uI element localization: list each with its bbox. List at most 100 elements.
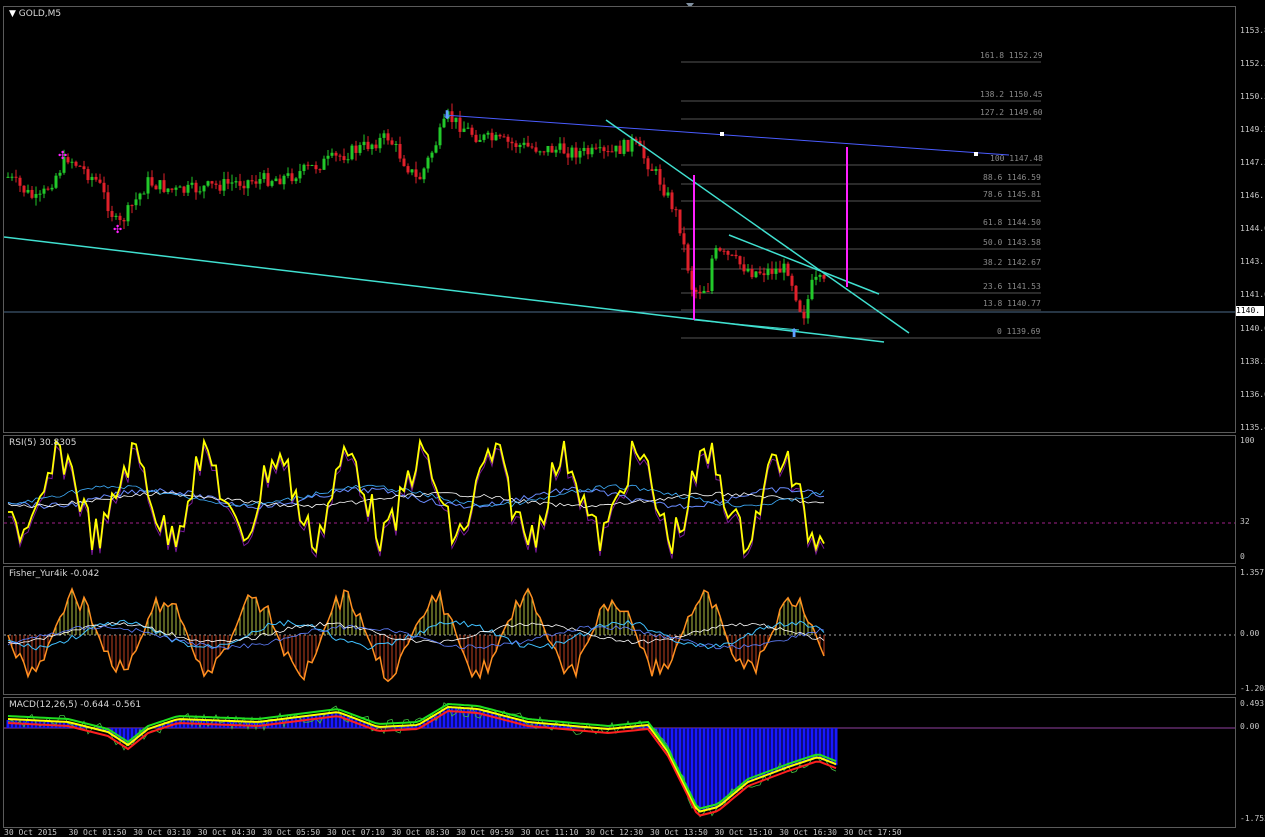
rsi-ma-line bbox=[7, 486, 825, 510]
candle-body bbox=[486, 132, 490, 135]
candle-body bbox=[54, 175, 58, 188]
candle-body bbox=[166, 188, 170, 192]
axis-tick-label: 1141.0 bbox=[1240, 290, 1265, 299]
candle-body bbox=[754, 271, 758, 278]
time-axis[interactable]: 30 Oct 2015 30 Oct 01:50 30 Oct 03:10 30 Oc… bbox=[0, 828, 1265, 837]
candle-body bbox=[18, 177, 22, 186]
candle-body bbox=[374, 144, 378, 149]
candle-body bbox=[34, 194, 38, 198]
candle-body bbox=[698, 291, 702, 294]
time-tick-label: 30 Oct 11:10 bbox=[520, 828, 579, 837]
candle-body bbox=[586, 147, 590, 155]
candle-body bbox=[798, 300, 802, 312]
axis-tick-label: 1144.0 bbox=[1240, 224, 1265, 233]
fib-level-label: 100 1147.48 bbox=[990, 154, 1043, 163]
candle-body bbox=[190, 182, 194, 185]
symbol-label-text: GOLD,M5 bbox=[18, 9, 62, 19]
candle-body bbox=[478, 139, 482, 142]
candle-body bbox=[598, 147, 602, 149]
candle-body bbox=[610, 151, 614, 153]
candle-body bbox=[822, 275, 826, 279]
candle-body bbox=[102, 182, 106, 193]
candle-body bbox=[298, 171, 302, 179]
time-tick-label: 30 Oct 15:10 bbox=[714, 828, 773, 837]
candle-body bbox=[222, 179, 226, 191]
candle-body bbox=[206, 181, 210, 186]
candle-body bbox=[570, 147, 574, 158]
candle-body bbox=[550, 145, 554, 153]
candle-body bbox=[458, 117, 462, 132]
candle-body bbox=[382, 133, 386, 138]
macd-axis[interactable]: 0.493 0.00 -1.752 bbox=[1236, 697, 1265, 828]
candle-body bbox=[306, 164, 310, 166]
candle-body bbox=[294, 178, 298, 182]
candle-body bbox=[674, 209, 678, 211]
candle-body bbox=[154, 185, 158, 190]
candle-body bbox=[90, 176, 94, 181]
fisher-axis[interactable]: 1.357 0.00 -1.208 bbox=[1236, 566, 1265, 695]
candle-body bbox=[370, 144, 374, 150]
time-tick-label: 30 Oct 03:10 bbox=[133, 828, 191, 837]
time-tick-label: 30 Oct 16:30 bbox=[779, 828, 837, 837]
candle-body bbox=[150, 177, 154, 186]
candle-body bbox=[402, 158, 406, 167]
candle-body bbox=[470, 127, 474, 135]
candle-body bbox=[362, 141, 366, 146]
candle-body bbox=[430, 152, 434, 158]
wedge-lower-trendline bbox=[693, 319, 800, 331]
candle-body bbox=[750, 269, 754, 278]
candle-body bbox=[630, 138, 634, 152]
fisher-pane[interactable]: Fisher_Yur4ik -0.042 bbox=[3, 566, 1236, 695]
axis-tick-label: 1136.0 bbox=[1240, 390, 1265, 399]
trendline-anchor-point bbox=[974, 152, 978, 156]
candle-body bbox=[714, 248, 718, 259]
candle-body bbox=[78, 165, 82, 167]
candle-body bbox=[686, 244, 690, 271]
candle-body bbox=[530, 146, 534, 148]
time-tick-label: 30 Oct 2015 bbox=[4, 828, 57, 837]
candle-body bbox=[46, 188, 50, 190]
fractal-down-icon: ⬇ bbox=[442, 108, 452, 122]
candle-body bbox=[74, 161, 78, 166]
axis-tick-label: 1152.2 bbox=[1240, 59, 1265, 68]
candle-body bbox=[246, 180, 250, 189]
candle-body bbox=[6, 176, 10, 178]
macd-pane[interactable]: MACD(12,26,5) -0.644 -0.561 bbox=[3, 697, 1236, 828]
candle-body bbox=[810, 279, 814, 300]
rsi-axis[interactable]: 100 32 0 bbox=[1236, 435, 1265, 564]
candle-body bbox=[758, 271, 762, 274]
candle-body bbox=[30, 189, 34, 198]
axis-tick-label: 1149.2 bbox=[1240, 125, 1265, 134]
rsi-pane[interactable]: RSI(5) 30.8305 bbox=[3, 435, 1236, 564]
candle-body bbox=[482, 134, 486, 140]
candle-body bbox=[174, 187, 178, 190]
candle-body bbox=[590, 147, 594, 155]
candle-body bbox=[318, 169, 322, 171]
candle-body bbox=[650, 169, 654, 171]
candle-body bbox=[26, 189, 30, 193]
fib-level-label: 23.6 1141.53 bbox=[983, 282, 1041, 291]
candle-body bbox=[594, 147, 598, 149]
axis-tick-label: 0.493 bbox=[1240, 699, 1265, 708]
rsi-label: RSI(5) 30.8305 bbox=[9, 438, 77, 448]
candle-body bbox=[510, 141, 514, 144]
trendline-anchor-point bbox=[720, 132, 724, 136]
candle-body bbox=[770, 268, 774, 274]
candle-body bbox=[266, 173, 270, 186]
price-axis[interactable]: 1153.8 1152.2 1150.5 1149.2 1147.3 1146.1 1144… bbox=[1236, 6, 1265, 433]
candle-body bbox=[158, 180, 162, 190]
candle-body bbox=[226, 179, 230, 184]
fib-level-label: 61.8 1144.50 bbox=[983, 218, 1041, 227]
axis-tick-label: 0.00 bbox=[1240, 629, 1260, 638]
candle-body bbox=[350, 145, 354, 160]
candle-body bbox=[358, 145, 362, 153]
price-chart-pane[interactable]: ⬇ ⬆ ✣ ✣ ▼ GOLD,M5 bbox=[3, 6, 1236, 433]
time-tick-label: 30 Oct 01:50 bbox=[68, 828, 127, 837]
candle-body bbox=[490, 132, 494, 141]
candle-body bbox=[474, 134, 478, 142]
candle-body bbox=[282, 175, 286, 185]
candle-body bbox=[438, 127, 442, 146]
candle-body bbox=[578, 150, 582, 158]
candle-body bbox=[314, 165, 318, 170]
candle-body bbox=[202, 185, 206, 192]
